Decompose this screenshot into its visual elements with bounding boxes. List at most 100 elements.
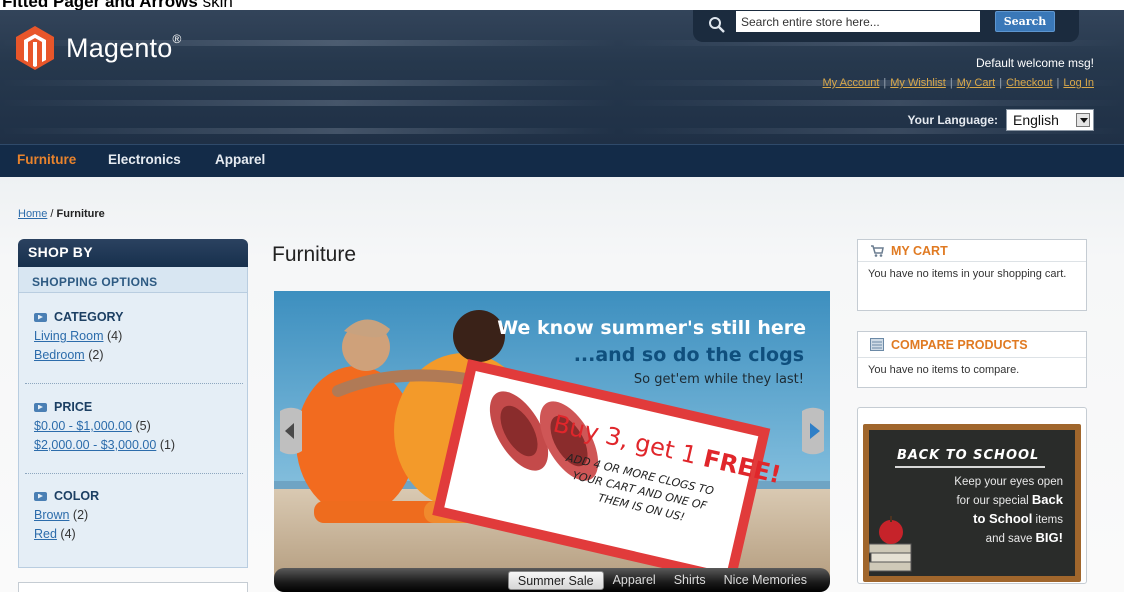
- main-content: Home / Furniture SHOP BY SHOPPING OPTION…: [0, 177, 1124, 592]
- filter-link-red[interactable]: Red: [34, 527, 57, 541]
- filter-divider: [25, 473, 243, 474]
- welcome-message: Default welcome msg!: [975, 56, 1094, 70]
- filter-link-bedroom[interactable]: Bedroom: [34, 348, 85, 362]
- filter-option: Living Room (4): [34, 329, 247, 344]
- filter-panel: CATEGORY Living Room (4) Bedroom (2) PRI…: [18, 293, 248, 568]
- header: Magento® Search Default welcome msg! My …: [0, 10, 1124, 144]
- filter-count: (4): [106, 329, 123, 343]
- banner-slider[interactable]: We know summer's still here ...and so do…: [274, 291, 830, 581]
- breadcrumb-current: Furniture: [56, 208, 105, 220]
- nav-item-electronics[interactable]: Electronics: [108, 152, 181, 167]
- compare-block: COMPARE PRODUCTS You have no items to co…: [857, 331, 1087, 388]
- chalk-line: [895, 466, 1045, 468]
- header-stripe: [0, 100, 1124, 106]
- link-separator: |: [999, 77, 1003, 89]
- arrow-right-icon: [34, 491, 47, 501]
- filter-link-price-2000-3000[interactable]: $2,000.00 - $3,000.00: [34, 438, 156, 452]
- shopping-options-title: SHOPPING OPTIONS: [32, 275, 158, 289]
- magento-logo-icon: [16, 26, 54, 70]
- filter-count: (2): [72, 508, 89, 522]
- filter-count: (5): [135, 419, 151, 433]
- pager-tab-shirts[interactable]: Shirts: [665, 571, 715, 590]
- account-links: My Account | My Wishlist | My Cart | Checkout |…: [823, 77, 1094, 89]
- shop-by-header: SHOP BY: [18, 239, 248, 267]
- pager-tab-nice-memories[interactable]: Nice Memories: [715, 571, 816, 590]
- filter-group-price: PRICE $0.00 - $1,000.00 (5) $2,000.00 - …: [19, 399, 247, 453]
- mini-cart-block: MY CART You have no items in your shoppi…: [857, 239, 1087, 311]
- layered-navigation: SHOP BY SHOPPING OPTIONS CATEGORY Living…: [18, 239, 248, 569]
- compare-icon: [870, 338, 884, 351]
- filter-link-price-0-1000[interactable]: $0.00 - $1,000.00: [34, 419, 132, 433]
- my-account-link[interactable]: My Account: [823, 77, 880, 89]
- promo-heading: BACK TO SCHOOL: [897, 448, 1040, 463]
- filter-count: (4): [60, 527, 76, 541]
- search-input[interactable]: [736, 11, 980, 32]
- link-separator: |: [949, 77, 953, 89]
- chevron-down-icon[interactable]: [1076, 113, 1090, 127]
- nav-item-apparel[interactable]: Apparel: [215, 152, 265, 167]
- search-icon: [709, 17, 725, 33]
- log-in-link[interactable]: Log In: [1063, 77, 1094, 89]
- shop-by-title: SHOP BY: [28, 244, 93, 260]
- arrow-right-icon: [34, 312, 47, 322]
- banner-headline-1: We know summer's still here: [497, 317, 806, 339]
- page-title: Furniture: [272, 243, 357, 266]
- banner-image: We know summer's still here ...and so do…: [274, 291, 830, 581]
- filter-option: Brown (2): [34, 508, 247, 523]
- logo-text: Magento®: [66, 32, 182, 63]
- compare-header: COMPARE PRODUCTS: [858, 332, 1086, 358]
- compare-title: COMPARE PRODUCTS: [891, 337, 1028, 352]
- compare-message: You have no items to compare.: [868, 364, 1020, 376]
- filter-heading: CATEGORY: [34, 309, 247, 325]
- banner-headline-3: So get'em while they last!: [634, 372, 804, 387]
- caption-bold: Fitted Pager and Arrows: [2, 0, 198, 10]
- filter-heading: COLOR: [34, 488, 247, 504]
- back-to-school-banner: BACK TO SCHOOL Keep your eyes open for o…: [863, 424, 1081, 582]
- shopping-options-header: SHOPPING OPTIONS: [18, 267, 248, 293]
- mini-cart-header: MY CART: [858, 240, 1086, 262]
- filter-option: $2,000.00 - $3,000.00 (1): [34, 438, 247, 453]
- breadcrumb-home-link[interactable]: Home: [18, 208, 47, 220]
- promo-text: Keep your eyes open for our special Back…: [954, 476, 1063, 545]
- my-cart-link[interactable]: My Cart: [957, 77, 996, 89]
- caption-rest: skin: [202, 0, 233, 10]
- search-bar: Search: [693, 10, 1079, 42]
- breadcrumb: Home / Furniture: [18, 208, 105, 220]
- logo[interactable]: Magento®: [16, 26, 182, 70]
- filter-option: Bedroom (2): [34, 348, 247, 363]
- search-button[interactable]: Search: [995, 11, 1055, 32]
- nav-item-furniture[interactable]: Furniture: [17, 152, 76, 167]
- filter-link-brown[interactable]: Brown: [34, 508, 69, 522]
- filter-option: Red (4): [34, 527, 247, 542]
- breadcrumb-separator: /: [47, 208, 57, 220]
- filter-group-color: COLOR Brown (2) Red (4): [19, 488, 247, 542]
- language-select[interactable]: English: [1006, 109, 1094, 131]
- filter-option: $0.00 - $1,000.00 (5): [34, 419, 247, 434]
- language-value: English: [1013, 112, 1059, 128]
- language-switcher: Your Language: English: [908, 109, 1094, 131]
- promo-block[interactable]: BACK TO SCHOOL Keep your eyes open for o…: [857, 407, 1087, 584]
- filter-group-category: CATEGORY Living Room (4) Bedroom (2): [19, 309, 247, 363]
- prev-arrow-icon[interactable]: [280, 407, 302, 455]
- mini-cart-message: You have no items in your shopping cart.: [868, 268, 1067, 280]
- cart-icon: [871, 244, 884, 257]
- center-column: Furniture We know summer's still here ..…: [272, 243, 832, 592]
- filter-heading: PRICE: [34, 399, 247, 415]
- my-wishlist-link[interactable]: My Wishlist: [890, 77, 946, 89]
- apple-books-icon: [869, 516, 912, 572]
- link-separator: |: [1056, 77, 1060, 89]
- link-separator: |: [883, 77, 887, 89]
- pager-tab-apparel[interactable]: Apparel: [604, 571, 665, 590]
- banner-headline-2: ...and so do the clogs: [574, 344, 804, 366]
- caption: Fitted Pager and Arrows skin: [2, 0, 233, 10]
- filter-link-living-room[interactable]: Living Room: [34, 329, 103, 343]
- slider-pager: Summer Sale Apparel Shirts Nice Memories: [274, 568, 830, 592]
- checkout-link[interactable]: Checkout: [1006, 77, 1052, 89]
- pager-tab-summer-sale[interactable]: Summer Sale: [507, 571, 604, 590]
- next-arrow-icon[interactable]: [802, 407, 824, 455]
- pager-tabs: Summer Sale Apparel Shirts Nice Memories: [507, 571, 816, 590]
- sidebar-block-partial: [18, 582, 248, 592]
- filter-divider: [25, 383, 243, 384]
- filter-count: (2): [88, 348, 104, 362]
- arrow-right-icon: [34, 402, 47, 412]
